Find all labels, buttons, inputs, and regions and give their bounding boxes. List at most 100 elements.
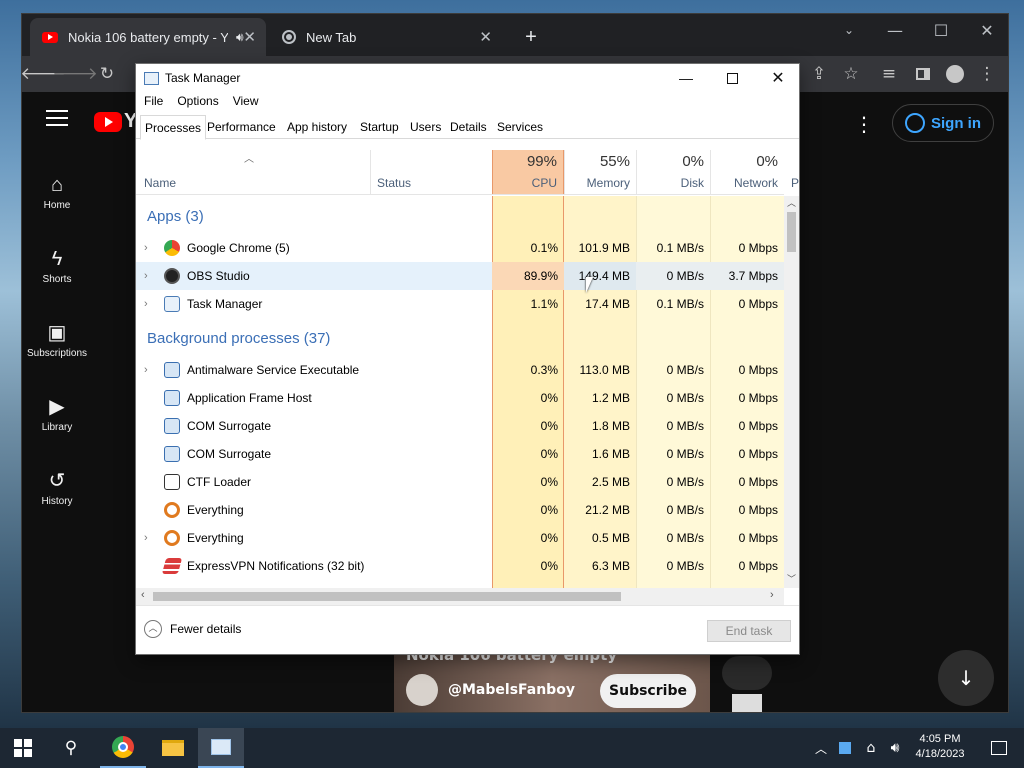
nav-history[interactable]: ↺ History — [22, 466, 92, 507]
column-network[interactable]: 0% Network — [710, 150, 784, 194]
table-row[interactable]: COM Surrogate 0% 1.8 MB 0 MB/s 0 Mbps — [136, 412, 784, 440]
scroll-left-icon[interactable]: ‹ — [141, 589, 145, 601]
chrome-menu-button[interactable]: ⋮ — [972, 56, 1002, 92]
nav-home[interactable]: ⌂ Home — [22, 170, 92, 211]
process-icon — [164, 390, 180, 406]
vertical-scrollbar[interactable]: ︿ ﹀ — [784, 196, 799, 588]
hamburger-menu-icon[interactable] — [46, 110, 68, 126]
process-name: Everything — [187, 531, 244, 545]
reload-button[interactable]: ↻ — [92, 56, 122, 92]
tab-services[interactable]: Services — [493, 115, 547, 139]
sort-ascending-icon: ︿ — [244, 154, 254, 165]
search-button[interactable]: ⚲ — [48, 728, 94, 768]
tab-performance[interactable]: Performance — [203, 115, 280, 139]
table-row[interactable]: COM Surrogate 0% 1.6 MB 0 MB/s 0 Mbps — [136, 440, 784, 468]
horizontal-scrollbar[interactable]: ‹ › — [136, 588, 784, 605]
chevron-right-icon[interactable]: › — [144, 524, 156, 552]
column-cpu[interactable]: 99% CPU — [492, 150, 564, 194]
minimize-button[interactable]: — — [872, 16, 918, 44]
clock[interactable]: 4:05 PM 4/18/2023 — [908, 732, 972, 762]
tab-youtube[interactable]: Nokia 106 battery empty - Yo 🔊︎ ✕ — [30, 18, 266, 56]
cpu-value: 0% — [540, 531, 558, 545]
scroll-up-icon[interactable]: ︿ — [787, 196, 796, 209]
new-tab-button[interactable]: + — [516, 18, 546, 56]
column-disk[interactable]: 0% Disk — [636, 150, 710, 194]
tab-app-history[interactable]: App history — [283, 115, 351, 139]
tab-users[interactable]: Users — [406, 115, 445, 139]
volume-tray[interactable]: 🔊︎ — [882, 728, 908, 768]
table-row[interactable]: Application Frame Host 0% 1.2 MB 0 MB/s … — [136, 384, 784, 412]
shorts-video-preview[interactable]: Nokia 106 battery empty @MabelsFanboy Su… — [394, 652, 710, 712]
horizontal-scroll-thumb[interactable] — [153, 592, 621, 601]
tray-app[interactable] — [832, 728, 858, 768]
subscribe-button[interactable]: Subscribe — [600, 674, 696, 708]
chevron-right-icon[interactable]: › — [144, 234, 156, 262]
disk-value: 0 MB/s — [666, 363, 704, 377]
taskbar-task-manager[interactable] — [198, 728, 244, 768]
maximize-button[interactable]: ☐ — [918, 16, 964, 44]
column-memory[interactable]: 55% Memory — [564, 150, 636, 194]
table-row[interactable]: › Task Manager 1.1% 17.4 MB 0.1 MB/s 0 M… — [136, 290, 784, 318]
side-panel-button[interactable] — [908, 56, 938, 92]
end-task-button[interactable]: End task — [707, 620, 791, 642]
table-row[interactable]: › Everything 0% 0.5 MB 0 MB/s 0 Mbps — [136, 524, 784, 552]
table-row[interactable]: › OBS Studio 89.9% 149.4 MB 0 MB/s 3.7 M… — [136, 262, 784, 290]
table-row[interactable]: Everything 0% 21.2 MB 0 MB/s 0 Mbps — [136, 496, 784, 524]
magnifier-icon — [164, 530, 180, 546]
table-row[interactable]: › Google Chrome (5) 0.1% 101.9 MB 0.1 MB… — [136, 234, 784, 262]
column-power[interactable]: P — [791, 176, 799, 190]
scroll-down-icon[interactable]: ﹀ — [787, 572, 796, 585]
channel-avatar[interactable] — [406, 674, 438, 706]
thumbnail[interactable] — [732, 694, 762, 712]
chevron-right-icon[interactable]: › — [144, 290, 156, 318]
process-name: Task Manager — [187, 297, 263, 311]
tab-new-tab[interactable]: New Tab ✕ — [270, 18, 502, 56]
vertical-scroll-thumb[interactable] — [787, 212, 796, 252]
table-row[interactable]: › Antimalware Service Executable 0.3% 11… — [136, 356, 784, 384]
fewer-details-button[interactable]: ︿ Fewer details — [144, 620, 241, 638]
close-button[interactable]: ✕ — [964, 16, 1010, 44]
table-row[interactable]: CTF Loader 0% 2.5 MB 0 MB/s 0 Mbps — [136, 468, 784, 496]
maximize-button[interactable] — [709, 64, 755, 92]
video-action-button[interactable] — [722, 656, 772, 690]
bookmark-button[interactable]: ☆ — [836, 56, 866, 92]
task-manager-titlebar: Task Manager — ✕ — [136, 64, 799, 92]
share-button[interactable]: ⇪ — [804, 56, 834, 92]
menu-view[interactable]: View — [233, 94, 259, 108]
tab-processes[interactable]: Processes — [140, 115, 207, 140]
chevron-right-icon[interactable]: › — [144, 262, 156, 290]
nav-library[interactable]: ▶︎ Library — [22, 392, 92, 433]
next-short-button[interactable]: ↓ — [938, 650, 994, 706]
nav-shorts[interactable]: ϟ Shorts — [22, 244, 92, 285]
tab-search-icon[interactable]: ⌄ — [826, 16, 872, 44]
disk-value: 0.1 MB/s — [656, 297, 704, 311]
close-tab-icon[interactable]: ✕ — [479, 28, 492, 46]
tab-details[interactable]: Details — [446, 115, 491, 139]
column-name[interactable]: Name — [144, 176, 176, 190]
minimize-button[interactable]: — — [663, 64, 709, 92]
channel-name[interactable]: @MabelsFanboy — [448, 682, 575, 698]
menu-file[interactable]: File — [144, 94, 163, 108]
scroll-right-icon[interactable]: › — [770, 589, 774, 601]
chevron-right-icon[interactable]: › — [144, 356, 156, 384]
nav-subscriptions[interactable]: ▣ Subscriptions — [22, 318, 92, 359]
notifications-button[interactable] — [976, 728, 1022, 768]
network-tray[interactable]: ⌂ — [858, 728, 884, 768]
forward-button[interactable]: 🡒 — [52, 56, 98, 92]
media-control-button[interactable]: ≡ — [874, 56, 904, 92]
cpu-value: 89.9% — [492, 262, 564, 290]
more-options-icon[interactable]: ⋮ — [854, 112, 874, 136]
start-button[interactable] — [0, 728, 46, 768]
minimize-icon: — — [887, 20, 903, 40]
menu-options[interactable]: Options — [177, 94, 218, 108]
sign-in-button[interactable]: Sign in — [892, 104, 994, 142]
process-name: OBS Studio — [187, 269, 250, 283]
taskbar-file-explorer[interactable] — [150, 728, 196, 768]
close-tab-icon[interactable]: ✕ — [243, 28, 256, 46]
column-status[interactable]: Status — [370, 150, 492, 194]
tab-startup[interactable]: Startup — [356, 115, 403, 139]
taskbar-chrome[interactable] — [100, 728, 146, 768]
profile-button[interactable] — [940, 56, 970, 92]
close-button[interactable]: ✕ — [755, 64, 801, 92]
table-row[interactable]: ExpressVPN Notifications (32 bit) 0% 6.3… — [136, 552, 784, 580]
